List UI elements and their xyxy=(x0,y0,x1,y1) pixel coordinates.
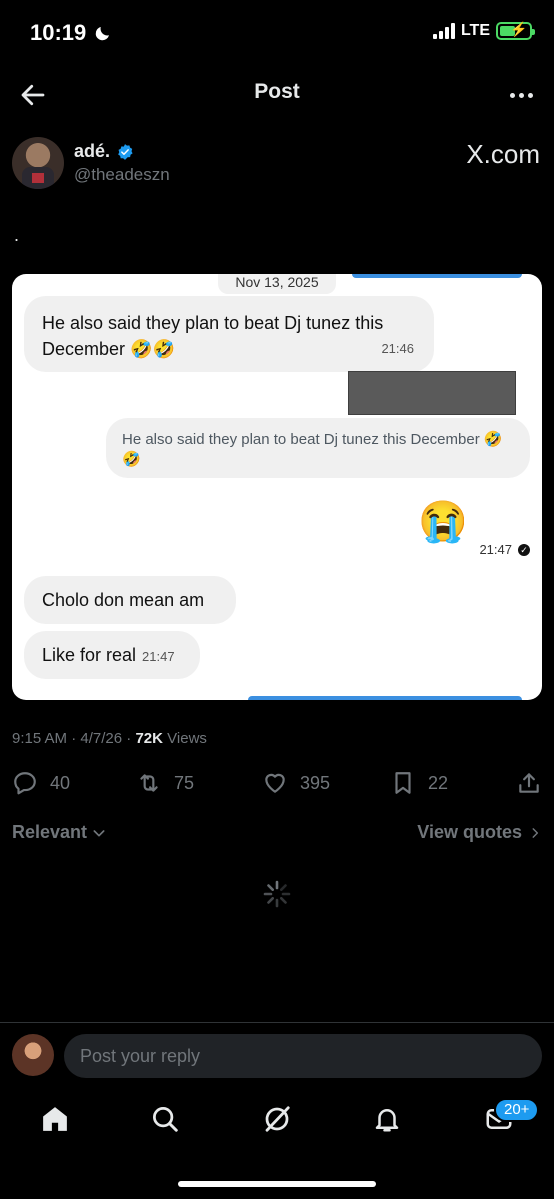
view-quotes-link[interactable]: View quotes xyxy=(417,822,542,843)
sort-label: Relevant xyxy=(12,822,88,842)
page-title: Post xyxy=(254,80,300,103)
chat-bubble-incoming: He also said they plan to beat Dj tunez … xyxy=(24,296,434,372)
read-check-icon: ✓ xyxy=(518,543,530,556)
network-type: LTE xyxy=(460,22,490,39)
quote-text: He also said they plan to beat Dj tunez … xyxy=(122,431,503,468)
moon-icon xyxy=(96,27,110,41)
tab-grok[interactable] xyxy=(260,1102,294,1136)
post-text: . xyxy=(14,225,20,245)
author-avatar[interactable] xyxy=(12,137,64,189)
message-time: 21:47 xyxy=(142,649,175,664)
heart-icon xyxy=(265,773,285,793)
views-count[interactable]: 72K xyxy=(135,730,163,747)
reply-input[interactable] xyxy=(64,1034,542,1078)
post-date: 4/7/26 xyxy=(80,730,123,747)
user-avatar[interactable] xyxy=(12,1034,54,1076)
verified-badge-icon xyxy=(118,143,133,160)
blue-strip xyxy=(352,274,522,278)
sort-dropdown[interactable]: Relevant xyxy=(12,822,107,843)
messages-badge: 20+ xyxy=(494,1098,540,1122)
bottom-tab-bar xyxy=(0,1090,554,1150)
chat-bubble-incoming: Cholo don mean am xyxy=(24,576,236,624)
search-icon xyxy=(153,1107,178,1132)
repost-button[interactable]: 75 xyxy=(136,770,194,796)
status-time: 10:19 xyxy=(30,20,112,46)
share-icon xyxy=(519,773,539,793)
like-button[interactable]: 395 xyxy=(262,770,330,796)
message-time: 21:47 xyxy=(479,542,512,557)
message-text: Like for real xyxy=(42,645,137,665)
crying-emoji: 😭 xyxy=(418,500,468,544)
message-time: 21:46 xyxy=(381,341,414,356)
clock-time: 10:19 xyxy=(30,20,87,45)
post-meta: 9:15 AM · 4/7/26 · 72K Views xyxy=(12,730,207,747)
post-time: 9:15 AM xyxy=(12,730,68,747)
view-quotes-label: View quotes xyxy=(417,822,522,842)
share-button[interactable] xyxy=(516,770,542,796)
replies-filter-row: Relevant View quotes xyxy=(12,822,542,850)
author-handle[interactable]: @theadeszn xyxy=(74,165,170,185)
reply-button[interactable]: 40 xyxy=(12,770,70,796)
grok-icon xyxy=(265,1106,290,1132)
comment-icon xyxy=(14,772,36,795)
loading-spinner-icon xyxy=(263,880,291,908)
author-name[interactable]: adé. xyxy=(74,141,110,162)
message-text: Cholo don mean am xyxy=(42,590,205,610)
battery-icon: ⚡ xyxy=(496,21,535,40)
chevron-down-icon xyxy=(93,829,105,836)
blue-strip xyxy=(248,696,522,700)
author-name-row[interactable]: adé. xyxy=(74,141,134,162)
dot-icon xyxy=(518,92,524,98)
chevron-right-icon xyxy=(532,827,539,838)
tab-home[interactable] xyxy=(38,1102,72,1136)
status-indicators: LTE ⚡ xyxy=(432,21,535,40)
post-image[interactable]: Nov 13, 2025 He also said they plan to b… xyxy=(12,274,542,700)
signal-icon xyxy=(432,23,455,39)
chat-bubble-quote: He also said they plan to beat Dj tunez … xyxy=(106,418,530,478)
dot-icon xyxy=(509,92,515,98)
bookmark-count: 22 xyxy=(428,772,449,793)
like-count: 395 xyxy=(300,772,331,793)
dot-icon xyxy=(527,92,533,98)
reply-count: 40 xyxy=(50,772,71,793)
redacted-block xyxy=(348,371,516,415)
home-icon xyxy=(43,1107,67,1131)
divider xyxy=(0,1022,554,1023)
action-bar: 40 75 395 22 xyxy=(12,764,542,804)
bookmark-button[interactable]: 22 xyxy=(390,770,448,796)
chat-bubble-incoming: Like for real 21:47 xyxy=(24,631,200,679)
tab-notifications[interactable] xyxy=(370,1102,404,1136)
chat-date: Nov 13, 2025 xyxy=(218,274,336,294)
home-indicator xyxy=(178,1181,376,1187)
message-text: He also said they plan to beat Dj tunez … xyxy=(42,313,384,359)
more-options-button[interactable] xyxy=(506,82,536,108)
post-author: adé. @theadeszn X.com xyxy=(12,137,542,193)
bookmark-icon xyxy=(395,772,411,794)
views-label: Views xyxy=(167,730,207,747)
top-bar: Post xyxy=(0,70,554,120)
tab-search[interactable] xyxy=(148,1102,182,1136)
bell-icon xyxy=(375,1109,399,1132)
repost-icon xyxy=(140,774,158,792)
repost-count: 75 xyxy=(174,772,195,793)
status-bar: 10:19 LTE ⚡ xyxy=(0,0,554,70)
outgoing-time-row: 21:47 ✓ xyxy=(479,542,530,557)
source-tag: X.com xyxy=(466,139,540,169)
